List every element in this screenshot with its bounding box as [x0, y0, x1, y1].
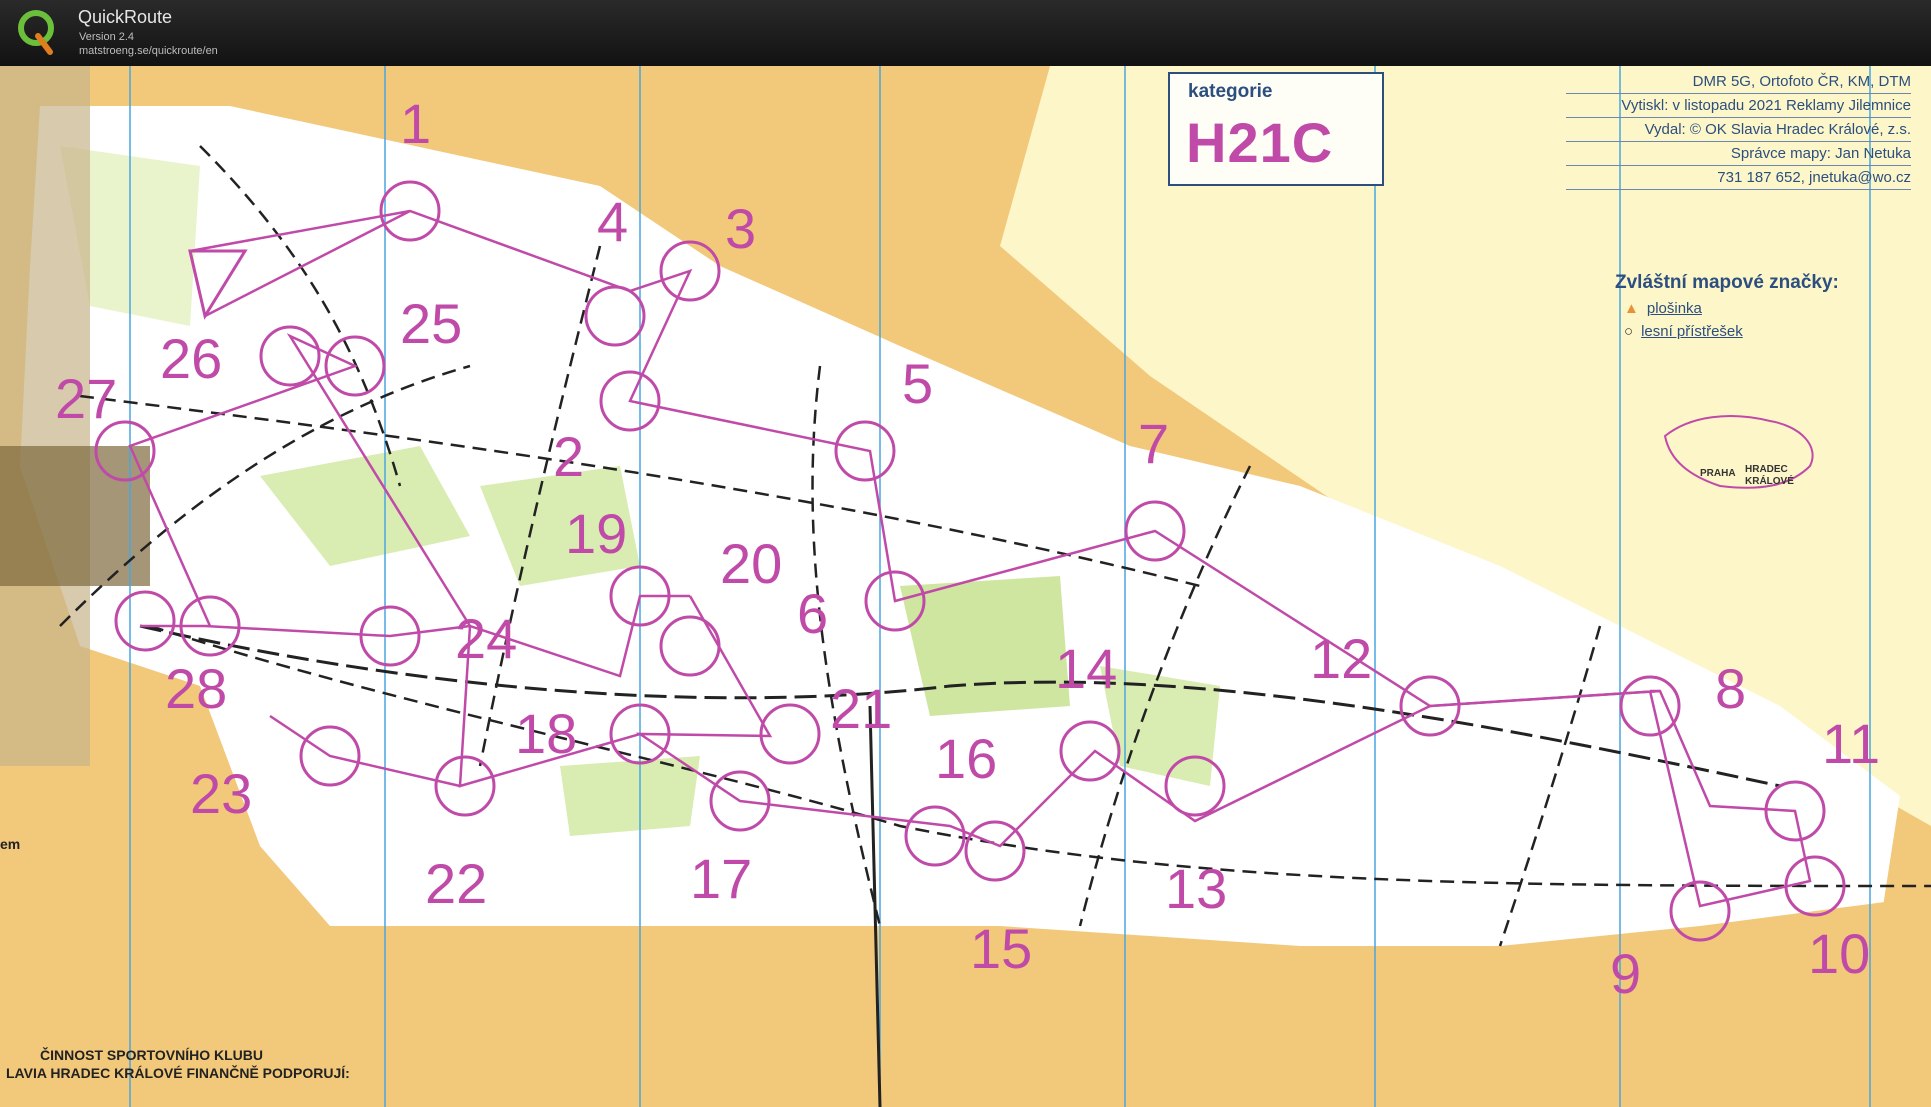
- minimap-city-label: PRAHA: [1700, 468, 1736, 479]
- map-info-block: DMR 5G, Ortofoto ČR, KM, DTM Vytiskl: v …: [1566, 70, 1911, 190]
- control-number: 11: [1822, 712, 1881, 775]
- app-version: Version 2.4: [79, 31, 135, 43]
- control-number: 17: [690, 847, 753, 910]
- control-number: 16: [935, 727, 998, 790]
- info-line: Vydal: © OK Slavia Hradec Králové, z.s.: [1566, 118, 1911, 142]
- control-number: 1: [400, 92, 432, 155]
- category-box: kategorie H21C: [1168, 72, 1384, 186]
- control-number: 10: [1808, 922, 1871, 985]
- app-url: matstroeng.se/quickroute/en: [79, 45, 218, 57]
- legend-item: ○ lesní přístřešek: [1624, 323, 1743, 340]
- minimap-city-label: HRADEC: [1745, 464, 1788, 475]
- category-label: kategorie: [1188, 81, 1273, 102]
- quickroute-logo-icon: [18, 10, 54, 55]
- orienteering-map[interactable]: kategorie H21C DMR 5G, Ortofoto ČR, KM, …: [0, 66, 1931, 1107]
- legend-title: Zvláštní mapové značky:: [1615, 272, 1839, 293]
- title-bar: QuickRoute Version 2.4 matstroeng.se/qui…: [0, 0, 1931, 66]
- minimap-city-label: KRÁLOVÉ: [1745, 476, 1794, 487]
- control-number: 8: [1715, 657, 1747, 720]
- triangle-icon: ▲: [1624, 300, 1639, 317]
- footer-line: LAVIA HRADEC KRÁLOVÉ FINANČNĚ PODPORUJÍ:: [6, 1065, 350, 1081]
- edge-text: em: [0, 836, 21, 852]
- legend-item: ▲ plošinka: [1624, 300, 1702, 317]
- control-number: 14: [1055, 637, 1118, 700]
- control-number: 6: [797, 582, 829, 645]
- control-number: 18: [515, 702, 578, 765]
- circle-icon: ○: [1624, 323, 1634, 340]
- control-number: 20: [720, 532, 783, 595]
- control-number: 12: [1310, 627, 1373, 690]
- info-line: DMR 5G, Ortofoto ČR, KM, DTM: [1566, 70, 1911, 94]
- info-line: Správce mapy: Jan Netuka: [1566, 142, 1911, 166]
- control-number: 13: [1165, 857, 1228, 920]
- control-number: 2: [553, 425, 585, 488]
- control-number: 21: [830, 677, 893, 740]
- control-number: 9: [1610, 942, 1642, 1005]
- control-number: 23: [190, 762, 253, 825]
- control-number: 5: [902, 352, 934, 415]
- control-number: 7: [1138, 412, 1170, 475]
- control-number: 26: [160, 327, 223, 390]
- control-number: 19: [565, 502, 628, 565]
- control-number: 24: [455, 607, 518, 670]
- info-line: 731 187 652, jnetuka@wo.cz: [1566, 166, 1911, 190]
- control-number: 4: [597, 190, 629, 253]
- app-name: QuickRoute: [78, 7, 173, 27]
- control-number: 15: [970, 917, 1033, 980]
- legend-label: lesní přístřešek: [1641, 323, 1743, 340]
- control-number: 27: [55, 367, 118, 430]
- category-value: H21C: [1186, 111, 1334, 174]
- legend-label: plošinka: [1646, 300, 1702, 317]
- info-line: Vytiskl: v listopadu 2021 Reklamy Jilemn…: [1566, 94, 1911, 118]
- control-number: 3: [725, 197, 757, 260]
- control-number: 22: [425, 852, 488, 915]
- footer-line: ČINNOST SPORTOVNÍHO KLUBU: [40, 1047, 263, 1063]
- map-drawing: [0, 66, 1931, 1107]
- control-number: 25: [400, 292, 463, 355]
- control-number: 28: [165, 657, 228, 720]
